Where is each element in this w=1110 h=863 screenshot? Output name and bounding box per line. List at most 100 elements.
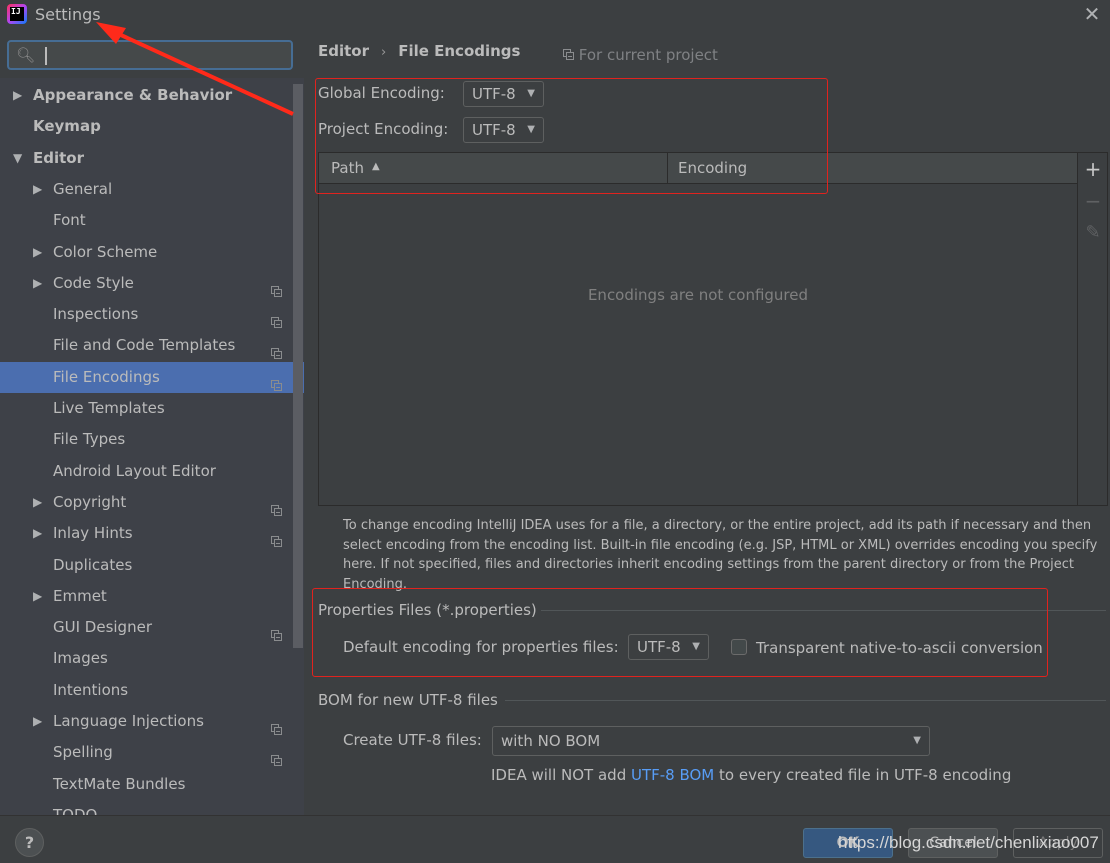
chevron-down-icon: ▼ xyxy=(527,88,535,99)
sidebar-item-inlay-hints[interactable]: ▶ Inlay Hints xyxy=(0,518,292,549)
scope-note: For current project xyxy=(563,46,718,64)
collapsed-arrow-icon[interactable]: ▶ xyxy=(33,174,42,205)
project-encoding-select[interactable]: UTF-8 ▼ xyxy=(463,117,544,143)
edit-icon[interactable]: ✎ xyxy=(1083,223,1103,243)
sidebar-item-code-style[interactable]: ▶ Code Style xyxy=(0,268,292,299)
sidebar-item-images[interactable]: Images xyxy=(0,643,292,674)
collapsed-arrow-icon[interactable]: ▶ xyxy=(33,237,42,268)
collapsed-arrow-icon[interactable]: ▶ xyxy=(33,518,42,549)
create-utf8-bom-select[interactable]: with NO BOM ▼ xyxy=(492,726,930,756)
collapsed-arrow-icon[interactable]: ▶ xyxy=(33,268,42,299)
sidebar-item-label: File Encodings xyxy=(53,367,160,386)
sidebar-item-label: Font xyxy=(53,211,86,230)
sidebar-item-label: Android Layout Editor xyxy=(53,461,216,480)
sidebar-item-label: File and Code Templates xyxy=(53,336,236,355)
arrow-shaft xyxy=(109,28,294,116)
project-scope-icon xyxy=(271,715,282,735)
bom-note-prefix: IDEA will NOT add xyxy=(491,766,631,784)
close-icon[interactable]: ✕ xyxy=(1082,3,1102,25)
chevron-down-icon: ▼ xyxy=(527,124,535,135)
sidebar-item-label: Spelling xyxy=(53,743,113,762)
sidebar-item-android-layout-editor[interactable]: Android Layout Editor xyxy=(0,456,292,487)
sidebar-item-label: TODO xyxy=(53,805,98,815)
column-header-path[interactable]: Path xyxy=(331,159,364,177)
add-icon[interactable]: + xyxy=(1083,159,1103,179)
sidebar-item-label: General xyxy=(53,179,113,198)
project-scope-icon xyxy=(271,527,282,548)
properties-encoding-select[interactable]: UTF-8 ▼ xyxy=(628,634,709,660)
collapsed-arrow-icon[interactable]: ▶ xyxy=(33,581,42,612)
sidebar-item-intentions[interactable]: Intentions xyxy=(0,675,292,706)
collapsed-arrow-icon[interactable]: ▶ xyxy=(33,487,42,518)
breadcrumb-separator: › xyxy=(381,45,387,60)
table-header: Path ▲ Encoding xyxy=(319,153,1077,184)
footer-divider xyxy=(0,815,1110,816)
properties-group-title: Properties Files (*.properties) xyxy=(318,601,537,619)
scope-note-text: For current project xyxy=(578,46,718,64)
sidebar-item-file-types[interactable]: File Types xyxy=(0,424,292,455)
create-utf8-label: Create UTF-8 files: xyxy=(343,731,482,749)
project-scope-icon xyxy=(271,746,282,767)
sidebar-item-todo[interactable]: TODO xyxy=(0,800,292,815)
sidebar-item-editor[interactable]: ▼ Editor xyxy=(0,143,292,174)
collapsed-arrow-icon[interactable]: ▶ xyxy=(33,706,42,737)
breadcrumb-parent[interactable]: Editor xyxy=(318,42,369,60)
project-encoding-label: Project Encoding: xyxy=(318,120,449,138)
sidebar-item-label: Images xyxy=(53,649,108,668)
utf8-bom-link[interactable]: UTF-8 BOM xyxy=(631,766,714,784)
cancel-button[interactable]: Cancel xyxy=(908,828,998,858)
expanded-arrow-icon[interactable]: ▼ xyxy=(13,143,22,174)
remove-icon[interactable]: − xyxy=(1083,191,1103,211)
sidebar-item-label: Color Scheme xyxy=(53,242,158,261)
settings-tree: ▶ Appearance & Behavior Keymap ▼ Editor ▶ Gene… xyxy=(0,78,304,815)
bom-note-suffix: to every created file in UTF-8 encoding xyxy=(714,766,1012,784)
create-utf8-value: with NO BOM xyxy=(501,732,601,750)
sidebar-item-label: Language Injections xyxy=(53,712,204,730)
sidebar-item-spelling[interactable]: Spelling xyxy=(0,737,292,768)
sidebar-item-color-scheme[interactable]: ▶ Color Scheme xyxy=(0,237,292,268)
sidebar-item-file-encodings[interactable]: File Encodings xyxy=(0,361,304,393)
sidebar-scrollbar[interactable] xyxy=(293,84,303,648)
sidebar-item-textmate-bundles[interactable]: TextMate Bundles xyxy=(0,769,292,800)
ok-button[interactable]: OK xyxy=(803,828,893,858)
sidebar-item-label: Copyright xyxy=(53,492,127,511)
native-to-ascii-label[interactable]: Transparent native-to-ascii conversion xyxy=(756,639,1043,657)
sidebar-item-live-templates[interactable]: Live Templates xyxy=(0,393,292,424)
global-encoding-select[interactable]: UTF-8 ▼ xyxy=(463,81,544,107)
sidebar-item-label: Live Templates xyxy=(53,399,165,417)
properties-default-encoding-label: Default encoding for properties files: xyxy=(343,638,619,656)
sidebar-item-label: Intentions xyxy=(53,680,129,699)
sidebar-item-language-injections[interactable]: ▶ Language Injections xyxy=(0,706,292,737)
project-scope-icon xyxy=(271,371,282,391)
encoding-help-text: To change encoding IntelliJ IDEA uses fo… xyxy=(343,518,1098,592)
sidebar-item-emmet[interactable]: ▶ Emmet xyxy=(0,581,292,612)
apply-button[interactable]: Apply xyxy=(1013,828,1103,858)
chevron-down-icon: ▼ xyxy=(913,735,921,746)
sidebar-item-duplicates[interactable]: Duplicates xyxy=(0,550,292,581)
annotation-arrow xyxy=(96,22,294,116)
native-to-ascii-checkbox[interactable] xyxy=(731,639,747,655)
project-scope-icon xyxy=(271,308,282,329)
sidebar-item-inspections[interactable]: Inspections xyxy=(0,299,292,330)
column-divider[interactable] xyxy=(667,153,668,183)
project-scope-icon xyxy=(271,339,282,360)
sidebar-item-label: Duplicates xyxy=(53,555,133,574)
sidebar-item-general[interactable]: ▶ General xyxy=(0,174,292,205)
project-scope-icon xyxy=(271,277,282,297)
breadcrumb: Editor › File Encodings xyxy=(318,42,520,60)
group-divider xyxy=(541,610,1106,611)
sidebar-item-gui-designer[interactable]: GUI Designer xyxy=(0,612,292,643)
sidebar-item-file-and-code-templates[interactable]: File and Code Templates xyxy=(0,330,292,361)
sidebar-item-font[interactable]: Font xyxy=(0,205,292,236)
column-header-encoding[interactable]: Encoding xyxy=(678,159,747,177)
global-encoding-label: Global Encoding: xyxy=(318,84,445,102)
sidebar-item-label: Code Style xyxy=(53,273,134,292)
arrow-head xyxy=(96,22,126,44)
help-button[interactable]: ? xyxy=(15,828,44,857)
sidebar-item-label: GUI Designer xyxy=(53,618,152,637)
path-encoding-table: Path ▲ Encoding Encodings are not config… xyxy=(318,152,1078,506)
breadcrumb-current: File Encodings xyxy=(398,42,521,60)
bom-group-title: BOM for new UTF-8 files xyxy=(318,691,498,709)
sidebar-item-copyright[interactable]: ▶ Copyright xyxy=(0,487,292,518)
project-scope-icon xyxy=(271,621,282,642)
